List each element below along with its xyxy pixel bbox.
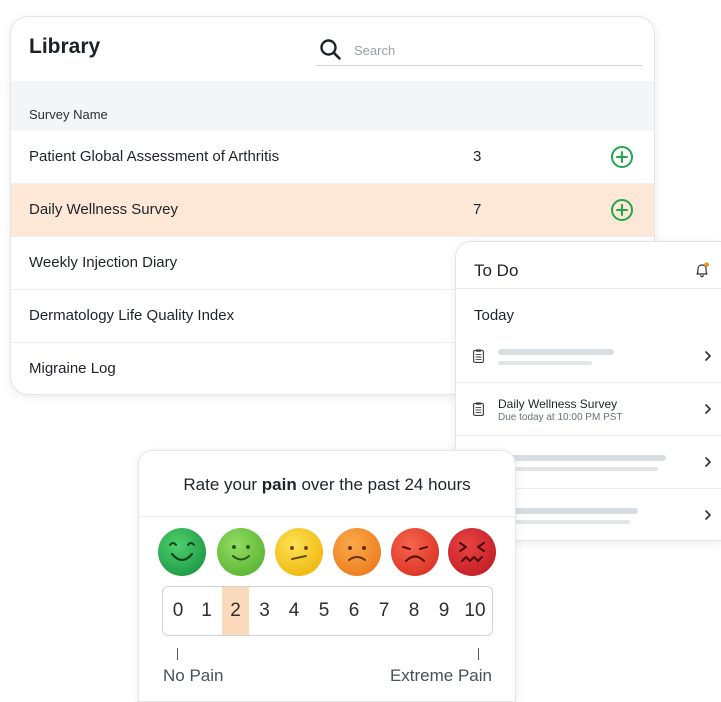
table-row-selected[interactable]: Daily Wellness Survey 7: [11, 184, 654, 237]
face-extreme-pain-icon[interactable]: [448, 528, 496, 576]
document-icon: [473, 402, 484, 416]
scale-option-8[interactable]: 8: [400, 587, 428, 635]
label-no-pain: No Pain: [163, 666, 224, 685]
face-neutral-icon[interactable]: [275, 528, 323, 576]
placeholder-bar: [498, 361, 592, 365]
scale-option-0[interactable]: 0: [165, 587, 191, 635]
library-title: Library: [29, 35, 101, 58]
search-box[interactable]: [316, 37, 642, 66]
placeholder-bar: [498, 520, 630, 524]
table-header: Survey Name: [11, 81, 654, 131]
chevron-right-icon[interactable]: [704, 403, 712, 415]
document-icon: [473, 349, 484, 363]
face-happy-icon[interactable]: [217, 528, 265, 576]
survey-name: Dermatology Life Quality Index: [29, 307, 235, 324]
face-sad-icon[interactable]: [333, 528, 381, 576]
search-icon[interactable]: [318, 37, 344, 63]
scale-tick-low: [177, 648, 178, 660]
table-row[interactable]: Patient Global Assessment of Arthritis 3: [11, 131, 654, 184]
scale-option-1[interactable]: 1: [193, 587, 220, 635]
question-prefix: Rate your: [183, 475, 262, 494]
placeholder-bar: [498, 467, 658, 471]
pain-rating-card: Rate your pain over the past 24 hours 0 …: [138, 450, 516, 702]
scale-option-10[interactable]: 10: [460, 587, 490, 635]
face-very-happy-icon[interactable]: [158, 528, 206, 576]
face-very-sad-icon[interactable]: [391, 528, 439, 576]
question-suffix: over the past 24 hours: [296, 475, 471, 494]
scale-option-7[interactable]: 7: [370, 587, 398, 635]
placeholder-bar: [498, 455, 666, 461]
survey-name: Weekly Injection Diary: [29, 254, 178, 271]
chevron-right-icon[interactable]: [704, 350, 712, 362]
placeholder-bar: [498, 508, 638, 514]
chevron-right-icon[interactable]: [704, 456, 712, 468]
pain-scale: 0 1 2 3 4 5 6 7 8 9 10: [162, 586, 493, 636]
question-emphasis: pain: [261, 475, 297, 494]
divider: [139, 516, 515, 517]
section-today: Today: [474, 307, 515, 324]
survey-name: Migraine Log: [29, 360, 116, 377]
survey-name: Patient Global Assessment of Arthritis: [29, 148, 280, 165]
scale-option-4[interactable]: 4: [280, 587, 308, 635]
scale-option-6[interactable]: 6: [340, 587, 368, 635]
scale-option-3[interactable]: 3: [251, 587, 278, 635]
add-circle-icon[interactable]: [610, 198, 634, 222]
bell-icon[interactable]: [694, 262, 710, 278]
column-header-survey-name: Survey Name: [29, 107, 108, 122]
divider: [456, 288, 721, 289]
label-extreme-pain: Extreme Pain: [389, 666, 492, 685]
scale-option-2-selected[interactable]: 2: [222, 587, 249, 635]
survey-name: Daily Wellness Survey: [29, 201, 178, 218]
add-circle-icon[interactable]: [610, 145, 634, 169]
scale-option-9[interactable]: 9: [430, 587, 458, 635]
todo-item-subtitle: Due today at 10:00 PM PST: [498, 412, 623, 423]
survey-count: 3: [473, 148, 482, 165]
chevron-right-icon[interactable]: [704, 509, 712, 521]
placeholder-bar: [498, 349, 614, 355]
search-input[interactable]: [354, 39, 624, 61]
scale-option-5[interactable]: 5: [310, 587, 338, 635]
todo-title: To Do: [474, 261, 519, 280]
todo-item-placeholder[interactable]: [456, 330, 721, 383]
todo-item-daily-wellness[interactable]: Daily Wellness Survey Due today at 10:00…: [456, 383, 721, 436]
survey-count: 7: [473, 201, 482, 218]
scale-tick-high: [478, 648, 479, 660]
pain-question: Rate your pain over the past 24 hours: [139, 475, 515, 495]
todo-item-title: Daily Wellness Survey: [498, 397, 618, 411]
